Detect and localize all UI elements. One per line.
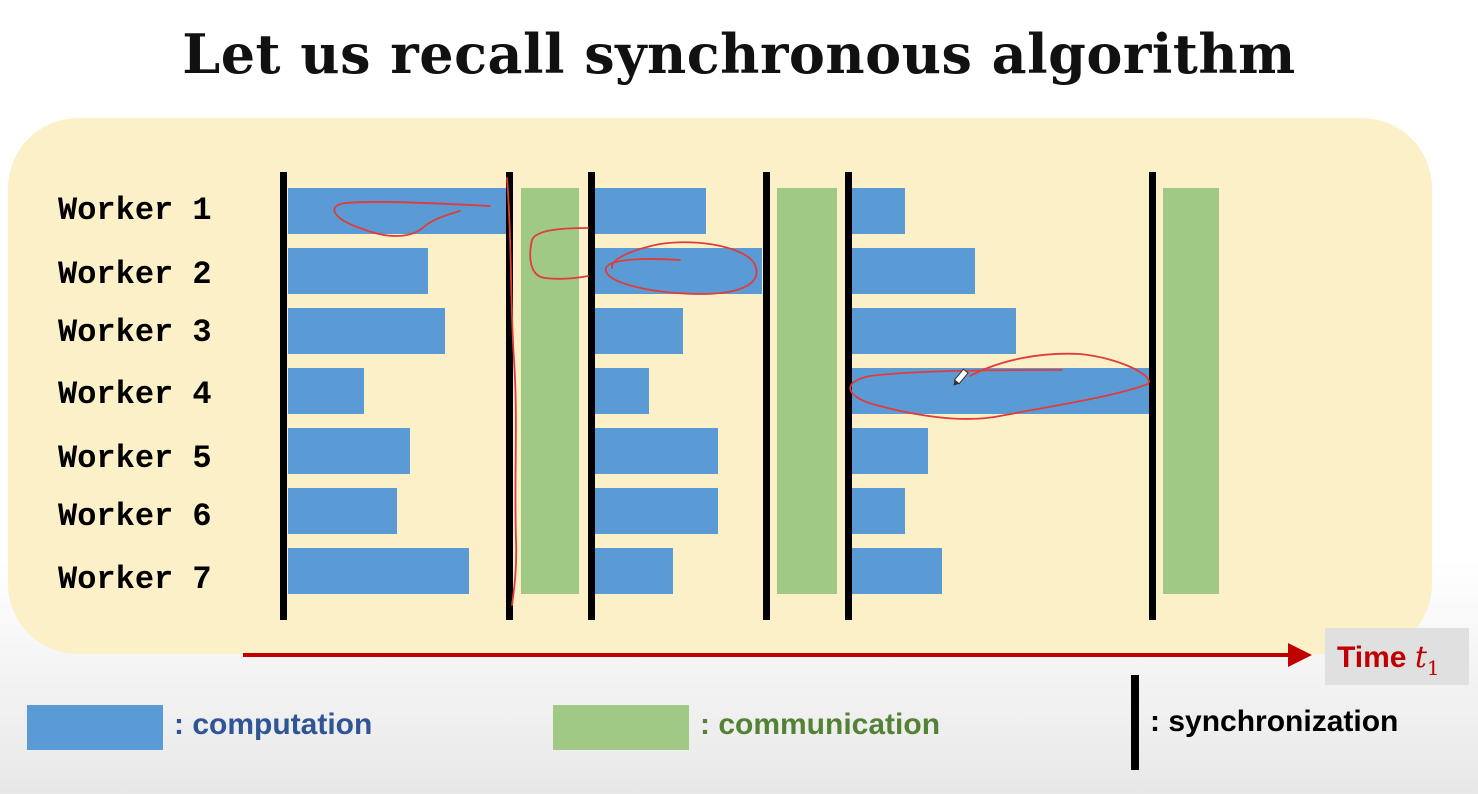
time-axis-label: Time t1 [1337, 640, 1440, 680]
legend-communication-label: : communication [700, 708, 941, 741]
time-axis-label-box: Time t1 [1325, 628, 1469, 685]
hand-drawn-annotations [333, 177, 1150, 606]
legend-computation-swatch [27, 705, 163, 750]
annotation-circle-worker2 [605, 241, 758, 295]
annotation-circle-worker1 [333, 201, 491, 237]
legend-synchronization-label: : synchronization [1150, 705, 1399, 738]
time-axis-word: Time [1337, 641, 1407, 674]
time-axis-line [243, 653, 1293, 657]
annotation-vertical-line [506, 177, 518, 606]
time-variable-letter: t [1414, 640, 1427, 675]
annotation-bracket [529, 227, 589, 280]
time-variable-subscript: 1 [1426, 656, 1440, 680]
time-axis-arrowhead [1288, 643, 1312, 667]
annotation-circle-worker4 [849, 352, 1150, 420]
legend-communication-swatch [553, 705, 689, 750]
legend-computation-label: : computation [174, 708, 373, 741]
time-axis-variable: t1 [1414, 640, 1440, 680]
pen-cursor-icon [953, 368, 969, 386]
legend-synchronization-swatch [1131, 675, 1139, 770]
